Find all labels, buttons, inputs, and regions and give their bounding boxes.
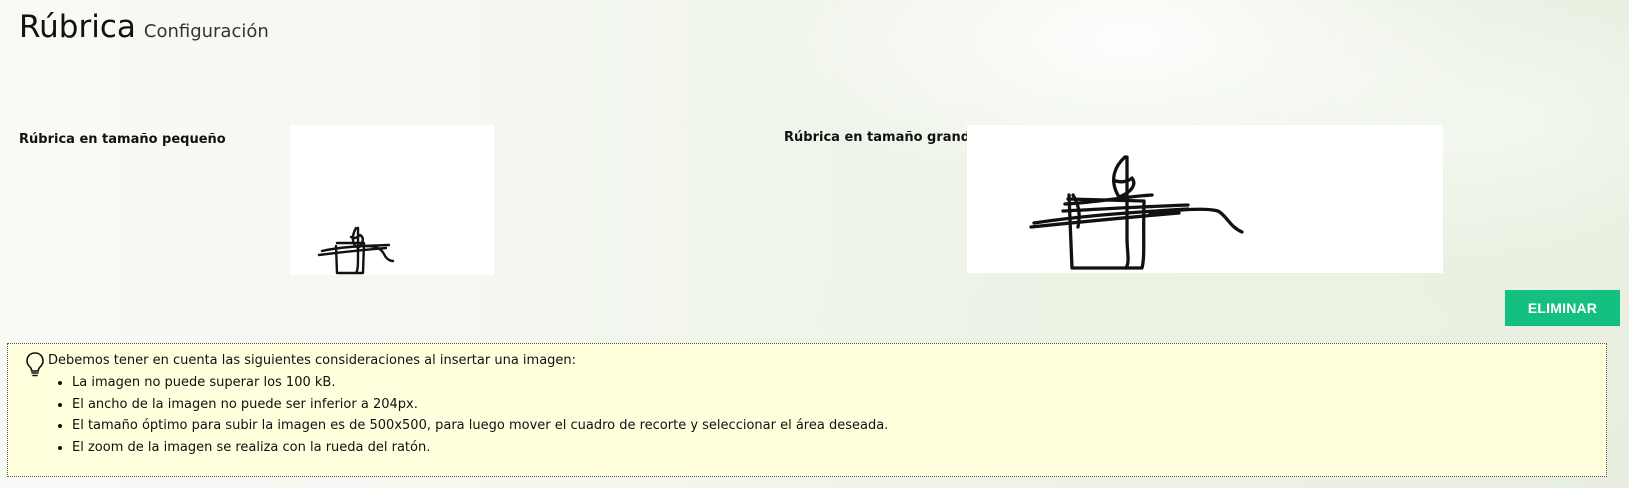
image-guidelines-notice: Debemos tener en cuenta las siguientes c… [7, 343, 1607, 477]
small-signature-preview [290, 125, 494, 275]
large-signature-preview [967, 125, 1443, 273]
guideline-item: El zoom de la imagen se realiza con la r… [72, 437, 888, 459]
notice-intro: Debemos tener en cuenta las siguientes c… [48, 353, 577, 368]
delete-button[interactable]: ELIMINAR [1505, 290, 1620, 326]
page-subtitle: Configuración [143, 21, 269, 42]
large-signature-drawing [1029, 155, 1244, 270]
small-signature-drawing [317, 226, 395, 275]
guideline-item: El tamaño óptimo para subir la imagen es… [72, 415, 888, 437]
large-signature-label: Rúbrica en tamaño grande [784, 130, 979, 145]
small-signature-label: Rúbrica en tamaño pequeño [19, 132, 226, 147]
lightbulb-icon [26, 352, 44, 377]
guideline-item: El ancho de la imagen no puede ser infer… [72, 394, 888, 416]
guideline-item: La imagen no puede superar los 100 kB. [72, 372, 888, 394]
page-title-main: Rúbrica [19, 9, 136, 45]
guideline-list: La imagen no puede superar los 100 kB. E… [48, 372, 888, 458]
page-title: Rúbrica Configuración [19, 8, 269, 46]
